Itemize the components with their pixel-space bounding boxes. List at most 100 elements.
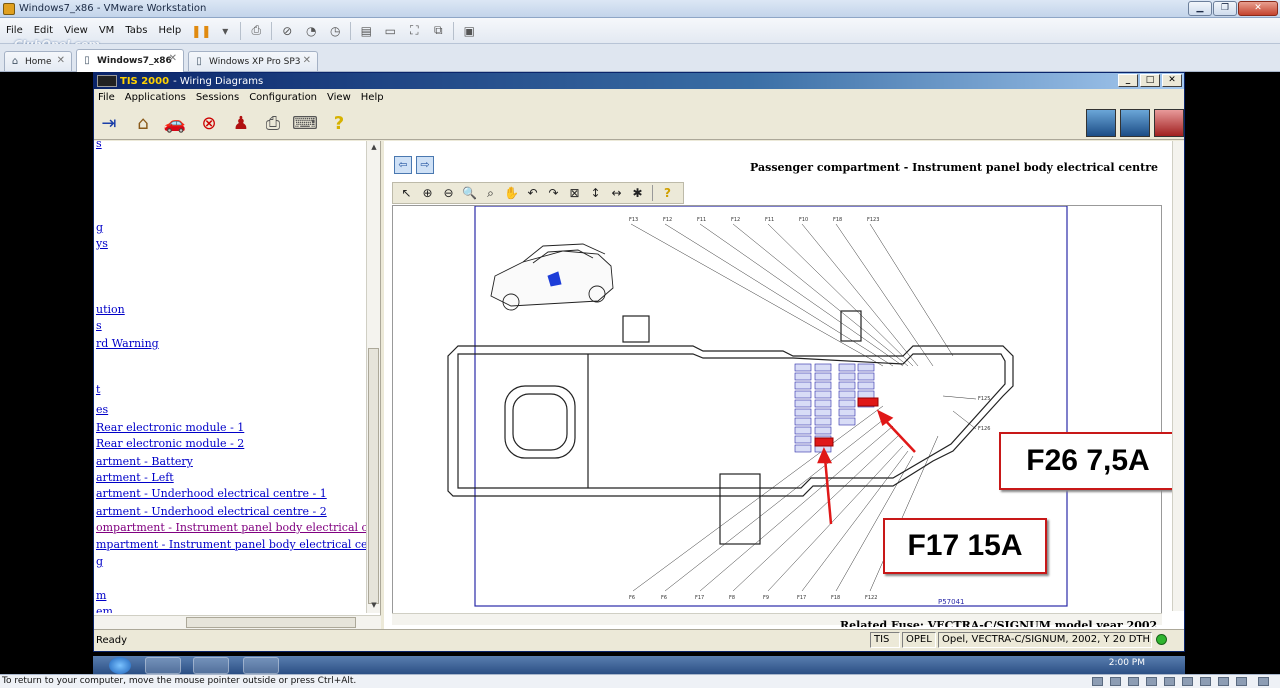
taskbar-explorer-icon[interactable] [193,657,229,674]
nav-link[interactable]: g [96,555,103,568]
nav-link[interactable]: Rear electronic module - 1 [96,421,244,434]
fullscreen-icon[interactable]: ⛶ [405,22,423,40]
nav-link[interactable]: t [96,383,100,396]
taskbar-tis-icon[interactable] [243,657,279,674]
tis-menu-applications[interactable]: Applications [125,92,186,103]
nav-link[interactable]: s [96,141,102,150]
fit-width-icon[interactable]: ↔ [607,184,626,202]
taskbar-ie-icon[interactable] [145,657,181,674]
guest-screen[interactable]: TIS 2000 - Wiring Diagrams _ □ ✕ File Ap… [0,72,1280,674]
tis-close-button[interactable]: ✕ [1162,74,1182,87]
menu-tabs[interactable]: Tabs [125,25,147,36]
vehicle-tile-icon[interactable] [1120,109,1150,137]
back-button[interactable]: ⇦ [394,156,412,174]
zoom-window-icon[interactable]: ⌕ [481,184,500,202]
maximize-button[interactable]: ❐ [1213,1,1237,16]
snapshot-icon[interactable]: ⊘ [278,22,296,40]
menu-vm[interactable]: VM [99,25,114,36]
diagram-vertical-scrollbar[interactable] [1172,141,1184,611]
diagram-canvas[interactable]: F13 F12 F11 F12 F11 F10 F18 F123 F6 F6 F17 F8 F9 F17 F… [392,205,1177,616]
user-icon[interactable]: ♟ [228,110,254,136]
console-view-icon[interactable]: ▭ [381,22,399,40]
nav-link[interactable]: artment - Battery [96,455,193,468]
tab-windows-xp[interactable]: ▯ Windows XP Pro SP3 ✕ [188,51,318,71]
nav-link[interactable]: s [96,319,102,332]
fit-window-icon[interactable]: ⊠ [565,184,584,202]
scroll-thumb[interactable] [368,348,379,604]
diagnosis-tile-icon[interactable] [1086,109,1116,137]
menu-view[interactable]: View [64,25,88,36]
print-icon[interactable]: ⎙ [260,110,286,136]
close-tab-icon[interactable]: ✕ [57,55,65,66]
help-icon[interactable]: ? [326,110,352,136]
dropdown-arrow-icon[interactable]: ▾ [216,22,234,40]
tis-menu-file[interactable]: File [98,92,115,103]
hscroll-thumb[interactable] [186,617,356,628]
nav-link[interactable]: ys [96,237,108,250]
revert-snapshot-icon[interactable]: ◔ [302,22,320,40]
highlight-icon[interactable]: ✱ [628,184,647,202]
menu-help[interactable]: Help [158,25,181,36]
device-network-icon[interactable] [1146,677,1157,686]
menu-edit[interactable]: Edit [34,25,53,36]
tis-menu-configuration[interactable]: Configuration [249,92,317,103]
nav-link[interactable]: artment - Left [96,471,174,484]
left-horizontal-scrollbar[interactable] [94,615,381,629]
library-icon[interactable]: ▤ [357,22,375,40]
tis-menu-sessions[interactable]: Sessions [196,92,239,103]
nav-link[interactable]: g [96,221,103,234]
scroll-up-icon[interactable]: ▲ [367,143,381,155]
forward-button[interactable]: ⇨ [416,156,434,174]
rotate-left-icon[interactable]: ↶ [523,184,542,202]
help-icon[interactable]: ? [658,184,677,202]
wiring-tile-icon[interactable] [1154,109,1184,137]
nav-link[interactable]: m [96,589,106,602]
minimize-button[interactable]: ▁ [1188,1,1212,16]
menu-file[interactable]: File [6,25,23,36]
fit-height-icon[interactable]: ↕ [586,184,605,202]
thumbnail-icon[interactable]: ▣ [460,22,478,40]
nav-link[interactable]: rd Warning [96,337,159,350]
exit-icon[interactable]: ⇥ [96,110,122,136]
device-printer-icon[interactable] [1200,677,1211,686]
nav-link[interactable]: mpartment - Instrument panel body electr… [96,538,366,551]
device-usb-icon[interactable] [1164,677,1175,686]
zoom-out-icon[interactable]: ⊖ [439,184,458,202]
close-button[interactable]: ✕ [1238,1,1278,16]
pan-icon[interactable]: ✋ [502,184,521,202]
nav-link[interactable]: ution [96,303,125,316]
zoom-in-icon[interactable]: ⊕ [418,184,437,202]
device-messages-icon[interactable] [1236,677,1247,686]
device-sound-icon[interactable] [1182,677,1193,686]
tab-home[interactable]: ⌂ Home ✕ [4,51,72,71]
device-display-icon[interactable] [1218,677,1229,686]
unity-icon[interactable]: ⧉ [429,22,447,40]
home-icon[interactable]: ⌂ [130,110,156,136]
nav-link[interactable]: es [96,403,108,416]
scroll-down-icon[interactable]: ▼ [367,601,381,613]
device-hdd-icon[interactable] [1092,677,1103,686]
close-tab-icon[interactable]: ✕ [169,53,177,64]
tab-windows7[interactable]: ▯ Windows7_x86 ✕ [76,49,184,72]
tis-menu-help[interactable]: Help [361,92,384,103]
vehicle-select-icon[interactable]: 🚗 [162,110,188,136]
keyboard-icon[interactable]: ⌨ [292,110,318,136]
close-tab-icon[interactable]: ✕ [303,55,311,66]
cancel-icon[interactable]: ⊗ [196,110,222,136]
pointer-icon[interactable]: ↖ [397,184,416,202]
nav-link[interactable]: ompartment - Instrument panel body elect… [96,521,366,534]
left-vertical-scrollbar[interactable]: ▲ ▼ [366,141,380,613]
tis-menu-view[interactable]: View [327,92,351,103]
nav-link[interactable]: artment - Underhood electrical centre - … [96,487,327,500]
tis-maximize-button[interactable]: □ [1140,74,1160,87]
nav-link[interactable]: artment - Underhood electrical centre - … [96,505,327,518]
device-more-icon[interactable] [1258,677,1269,686]
device-floppy-icon[interactable] [1128,677,1139,686]
nav-link[interactable]: Rear electronic module - 2 [96,437,244,450]
snapshot-manager-icon[interactable]: ◷ [326,22,344,40]
rotate-right-icon[interactable]: ↷ [544,184,563,202]
tis-minimize-button[interactable]: _ [1118,74,1138,87]
device-cd-icon[interactable] [1110,677,1121,686]
zoom-icon[interactable]: 🔍 [460,184,479,202]
nav-link[interactable]: em [96,605,113,613]
